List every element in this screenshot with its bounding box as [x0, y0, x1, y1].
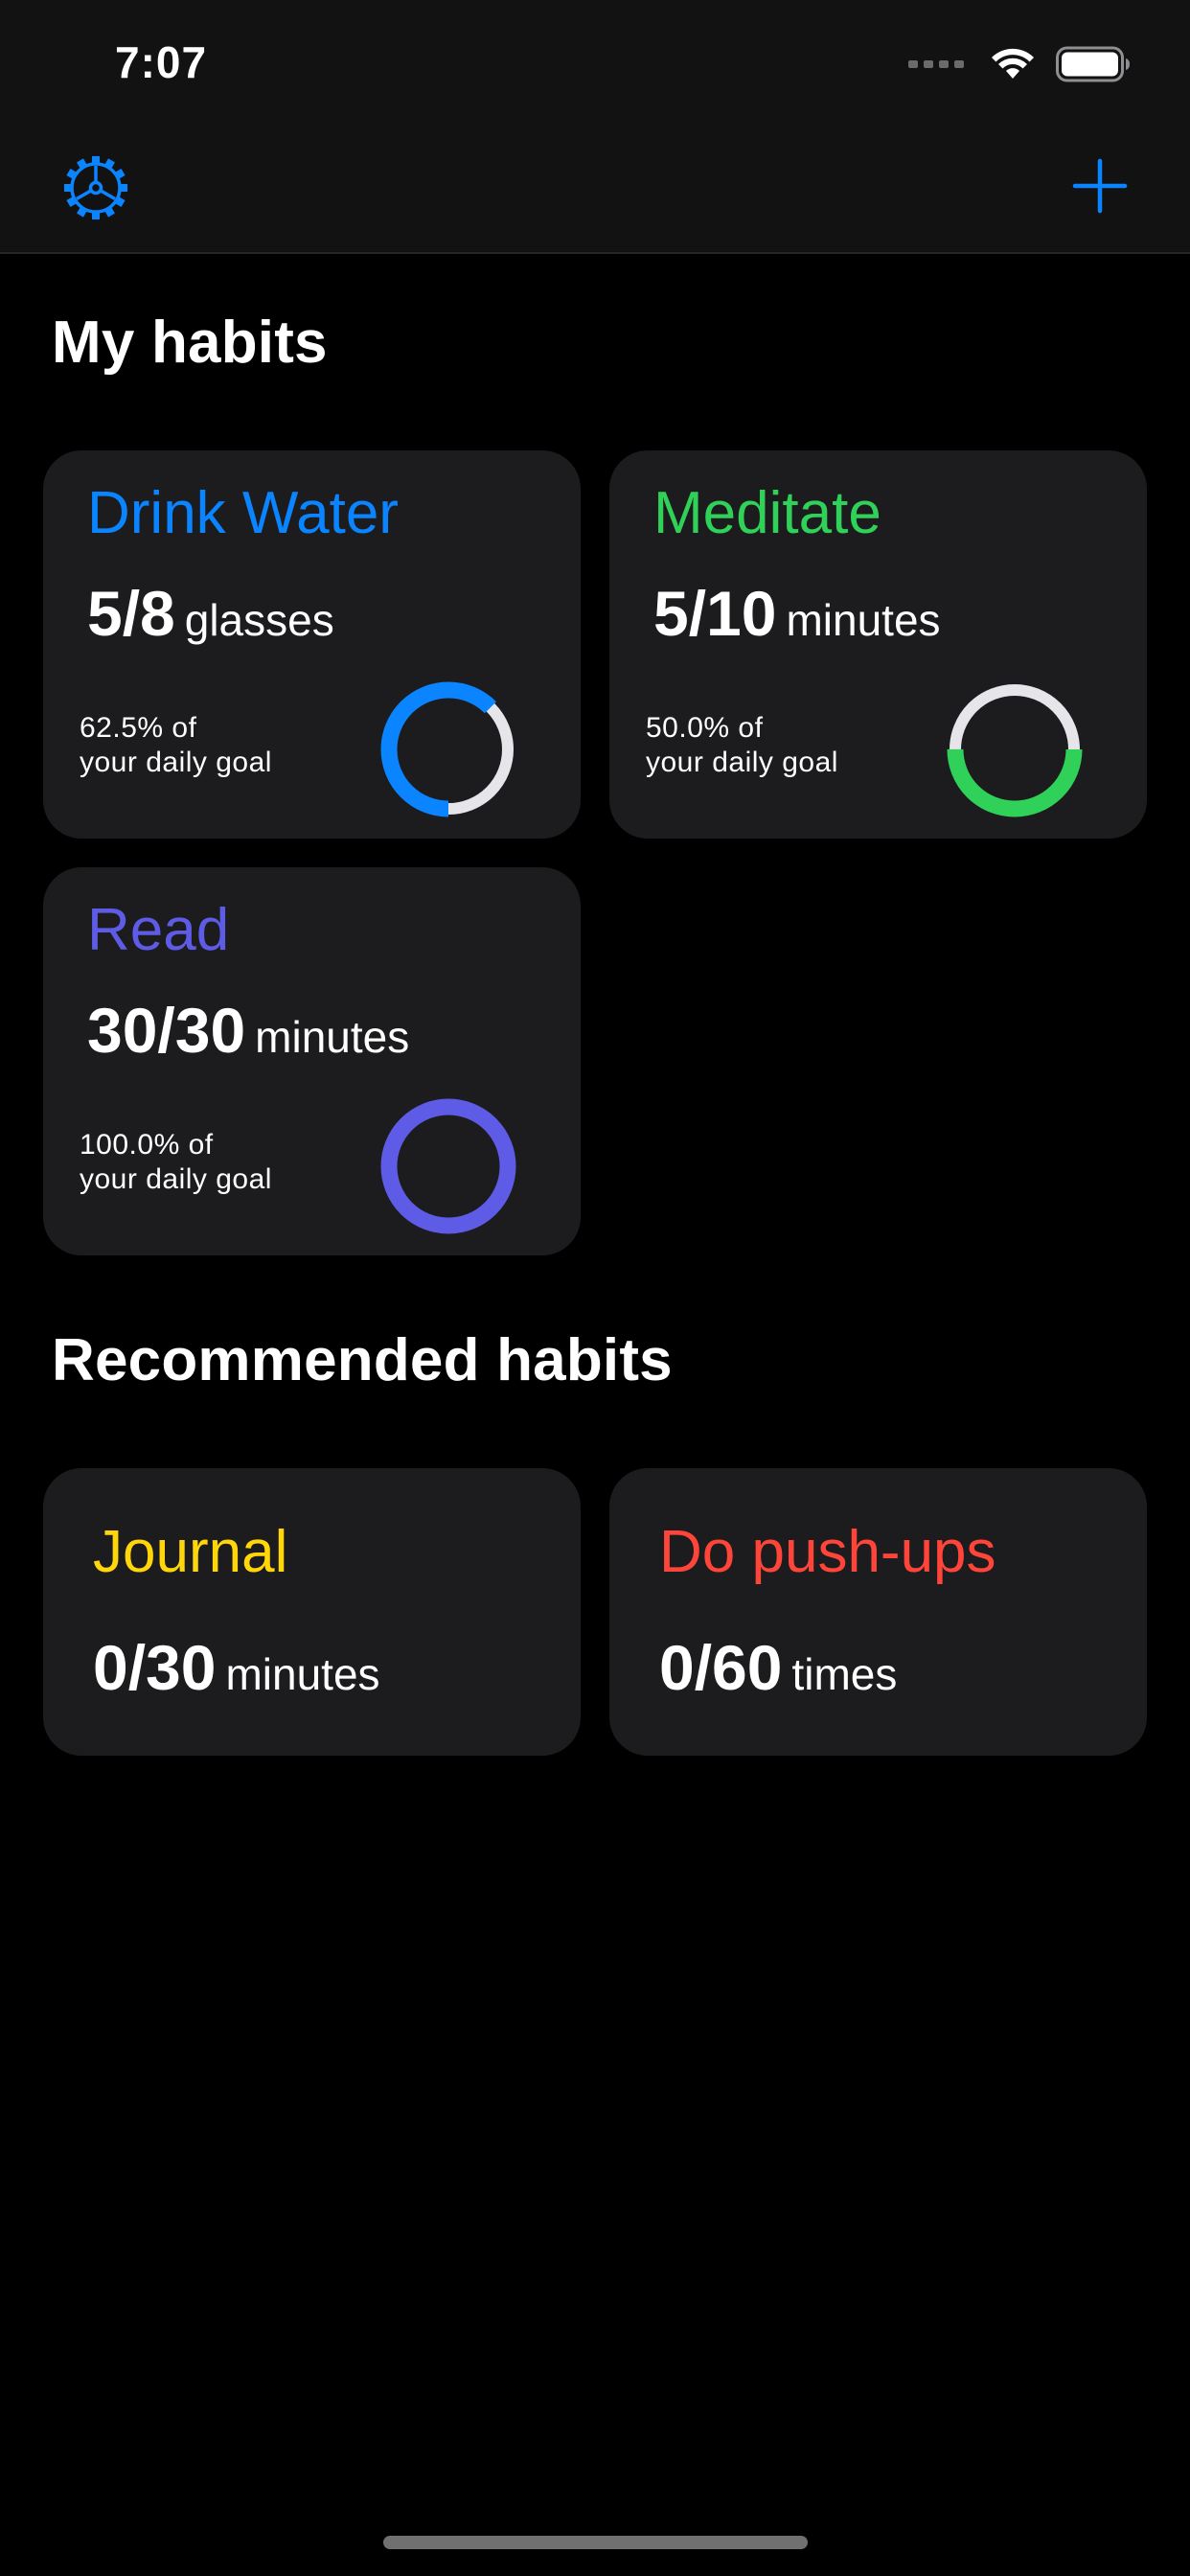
habit-progress: 5/10 minutes — [653, 577, 941, 650]
cellular-signal-icon — [908, 60, 964, 68]
goal-percentage: 100.0% of — [80, 1129, 214, 1161]
goal-caption: your daily goal — [80, 747, 272, 778]
goal-percentage-text: 100.0% of your daily goal — [80, 1128, 272, 1197]
habit-name: Drink Water — [87, 480, 399, 546]
progress-count: 30/30 — [87, 995, 246, 1066]
progress-ring — [380, 1098, 516, 1234]
progress-count: 5/8 — [87, 578, 175, 649]
habit-progress: 0/60 times — [659, 1631, 897, 1704]
goal-percentage: 62.5% of — [80, 712, 197, 744]
habit-progress: 5/8 glasses — [87, 577, 334, 650]
recommended-habits-title: Recommended habits — [52, 1327, 673, 1393]
progress-ring — [380, 681, 516, 817]
goal-caption: your daily goal — [646, 747, 838, 778]
progress-unit: minutes — [255, 1012, 410, 1062]
habit-card-drink-water[interactable]: Drink Water 5/8 glasses 62.5% of your dai… — [43, 450, 581, 839]
habit-name: Do push-ups — [659, 1519, 996, 1585]
settings-button[interactable] — [61, 153, 130, 222]
my-habits-title: My habits — [52, 310, 328, 376]
progress-unit: times — [791, 1649, 898, 1699]
app-screen: 7:07 My habits Drink Water 5/8 glasses 6… — [0, 0, 1190, 2576]
progress-unit: minutes — [786, 595, 941, 645]
status-indicators — [908, 46, 1131, 82]
progress-ring — [947, 681, 1083, 817]
battery-icon — [1056, 46, 1130, 82]
goal-caption: your daily goal — [80, 1163, 272, 1195]
wifi-icon — [992, 48, 1034, 79]
progress-count: 0/60 — [659, 1632, 783, 1703]
progress-count: 0/30 — [93, 1632, 217, 1703]
habit-name: Read — [87, 897, 230, 963]
habit-card-meditate[interactable]: Meditate 5/10 minutes 50.0% of your daily… — [609, 450, 1147, 839]
top-bar: 7:07 — [0, 0, 1190, 254]
progress-unit: glasses — [184, 595, 334, 645]
habit-name: Meditate — [653, 480, 881, 546]
gear-icon — [64, 156, 127, 219]
recommended-card-journal[interactable]: Journal 0/30 minutes — [43, 1468, 581, 1756]
progress-count: 5/10 — [653, 578, 777, 649]
goal-percentage: 50.0% of — [646, 712, 764, 744]
habit-progress: 0/30 minutes — [93, 1631, 380, 1704]
goal-percentage-text: 50.0% of your daily goal — [646, 711, 838, 780]
add-habit-button[interactable] — [1071, 157, 1129, 215]
goal-percentage-text: 62.5% of your daily goal — [80, 711, 272, 780]
plus-icon — [1072, 158, 1128, 214]
recommended-card-push-ups[interactable]: Do push-ups 0/60 times — [609, 1468, 1147, 1756]
habit-name: Journal — [93, 1519, 288, 1585]
home-indicator[interactable] — [383, 2536, 808, 2549]
habit-progress: 30/30 minutes — [87, 994, 409, 1067]
progress-unit: minutes — [225, 1649, 380, 1699]
status-time: 7:07 — [115, 37, 208, 87]
habit-card-read[interactable]: Read 30/30 minutes 100.0% of your daily g… — [43, 867, 581, 1255]
